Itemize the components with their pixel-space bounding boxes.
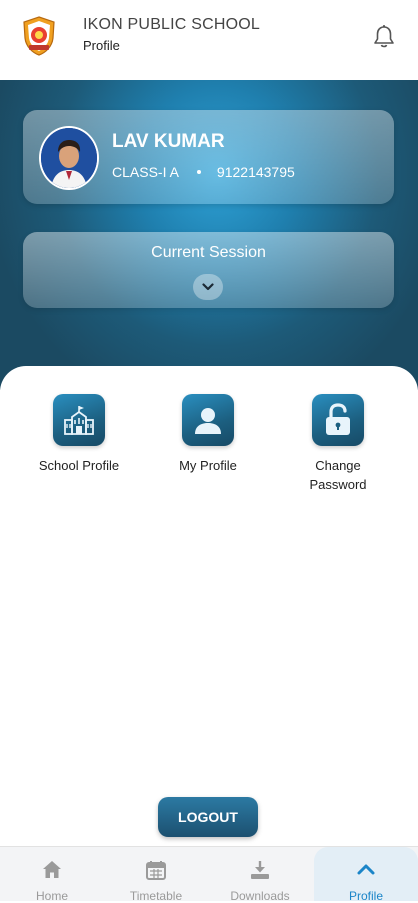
page-title: Profile (83, 38, 120, 53)
tile-change-password[interactable]: Change Password (278, 394, 398, 494)
tile-school-profile[interactable]: School Profile (19, 394, 139, 475)
nav-item-profile[interactable]: Profile (314, 847, 418, 903)
tile-label-change-password: Change Password (309, 458, 367, 492)
nav-label-downloads: Downloads (230, 889, 290, 903)
school-name: IKON PUBLIC SCHOOL (83, 16, 260, 33)
notification-bell-icon[interactable] (372, 24, 396, 50)
student-photo-icon (41, 128, 97, 188)
nav-item-downloads[interactable]: Downloads (208, 847, 312, 903)
unlock-icon (312, 394, 364, 446)
student-profile-card: LAV KUMAR CLASS-I A 9122143795 (23, 110, 394, 204)
app-header: IKON PUBLIC SCHOOL Profile (0, 0, 418, 74)
student-meta: CLASS-I A 9122143795 (112, 164, 295, 180)
nav-label-timetable: Timetable (129, 889, 183, 903)
user-icon (182, 394, 234, 446)
school-building-icon (53, 394, 105, 446)
current-session-card[interactable]: Current Session (23, 232, 394, 308)
chevron-up-icon (357, 864, 375, 875)
nav-item-timetable[interactable]: Timetable (104, 847, 208, 903)
session-label: Current Session (151, 244, 266, 261)
nav-label-home: Home (35, 889, 68, 903)
download-icon (251, 861, 269, 879)
menu-panel: School Profile My Profile Change Passwor… (0, 366, 418, 846)
student-phone: 9122143795 (216, 164, 295, 180)
nav-label-profile: Profile (348, 889, 383, 903)
home-icon (43, 861, 61, 878)
student-name: LAV KUMAR (112, 131, 225, 152)
tile-label-my-profile: My Profile (179, 458, 237, 473)
separator-dot (196, 170, 201, 174)
student-class: CLASS-I A (112, 164, 179, 180)
calendar-icon (146, 861, 166, 880)
tile-my-profile[interactable]: My Profile (148, 394, 268, 475)
chevron-down-icon (202, 283, 214, 291)
tile-label-school-profile: School Profile (38, 458, 120, 473)
student-avatar (39, 126, 99, 190)
logout-button[interactable]: LOGOUT (158, 797, 258, 837)
nav-item-home[interactable]: Home (0, 847, 104, 903)
session-dropdown-toggle[interactable] (193, 274, 223, 300)
bottom-navigation: Home Timetable Downloads Profile (0, 846, 418, 903)
school-logo-icon (23, 16, 55, 56)
